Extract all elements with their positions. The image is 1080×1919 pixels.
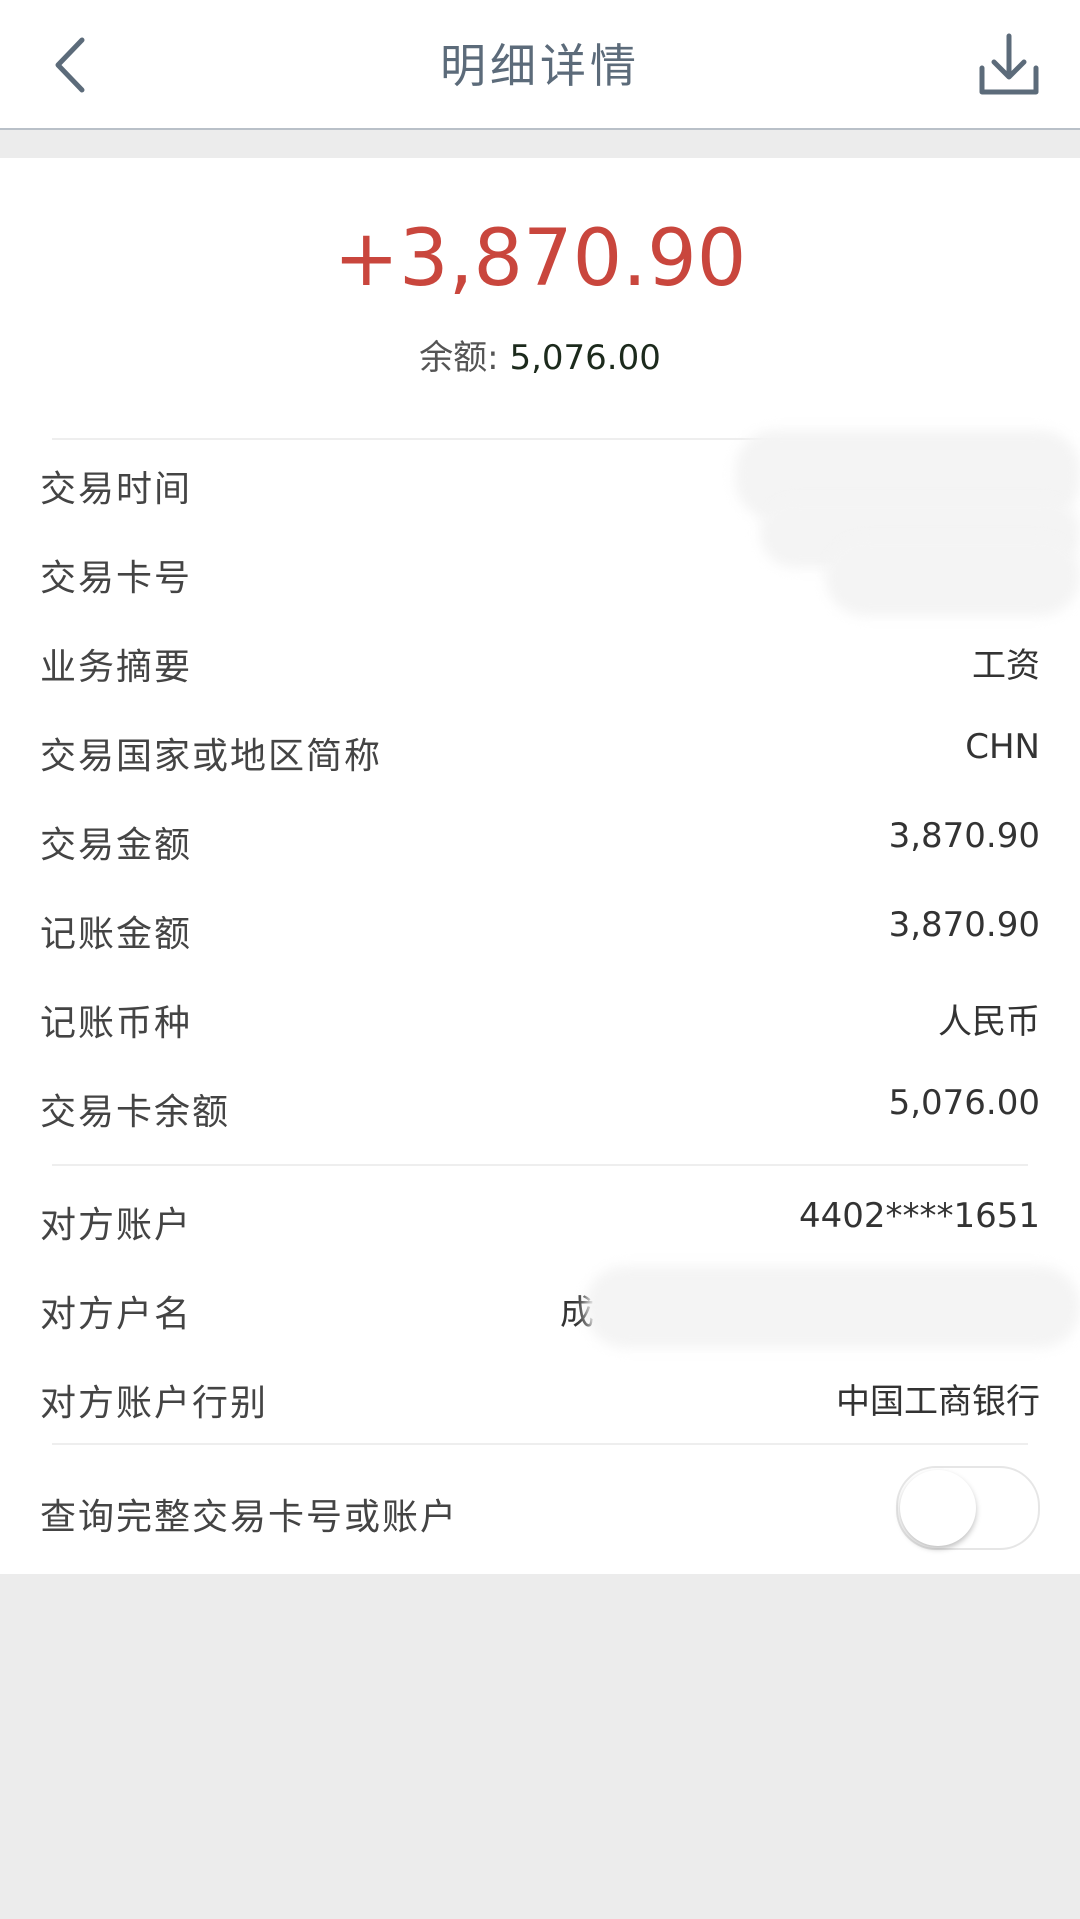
detail-value: 中国工商银行 [836,1382,1040,1422]
detail-value: 工资 [972,646,1040,686]
transaction-detail-card: +3,870.90 余额: 5,076.00 交易时间 交易卡号 业务摘要 工资… [0,158,1080,1574]
detail-label: 交易金额 [40,825,193,866]
balance-line: 余额: 5,076.00 [0,330,1080,379]
page-title: 明细详情 [440,39,640,93]
detail-row-counterparty-bank: 对方账户行别 中国工商银行 [0,1352,1080,1441]
full-card-number-toggle[interactable] [896,1466,1040,1550]
detail-label: 交易卡余额 [40,1092,231,1133]
detail-row-transaction-amount: 交易金额 3,870.90 [0,794,1080,883]
balance-label: 余额: [419,338,499,378]
detail-label: 记账币种 [40,1003,193,1044]
detail-label: 记账金额 [40,914,193,955]
detail-label: 对方户名 [40,1294,193,1335]
detail-label: 业务摘要 [40,647,193,688]
detail-row-currency: 记账币种 人民币 [0,972,1080,1061]
download-icon [979,33,1039,95]
transaction-amount: +3,870.90 [333,214,747,304]
detail-row-card-balance: 交易卡余额 5,076.00 [0,1061,1080,1150]
detail-value: 人民币 [938,1002,1040,1042]
detail-label: 交易时间 [40,469,193,510]
detail-row-counterparty-account: 对方账户 4402****1651 [0,1174,1080,1263]
detail-value: 5,076.00 [888,1083,1040,1123]
detail-row-country: 交易国家或地区简称 CHN [0,705,1080,794]
detail-value: 3,870.90 [888,905,1040,945]
detail-label: 交易卡号 [40,558,193,599]
redaction-mask [585,1266,1080,1348]
detail-value: CHN [965,727,1040,767]
detail-row-posted-amount: 记账金额 3,870.90 [0,883,1080,972]
detail-value: 4402****1651 [798,1196,1040,1236]
detail-row-summary: 业务摘要 工资 [0,616,1080,705]
detail-label: 交易国家或地区简称 [40,736,383,777]
divider [52,1443,1028,1445]
detail-label: 对方账户行别 [40,1383,269,1424]
detail-value: 3,870.90 [888,816,1040,856]
balance-value: 5,076.00 [509,338,661,378]
toggle-knob [900,1470,976,1546]
redaction-mask [825,536,1080,616]
download-button[interactable] [974,30,1044,100]
toggle-label: 查询完整交易卡号或账户 [40,1497,459,1538]
detail-label: 对方账户 [40,1205,193,1246]
navigation-bar: 明细详情 [0,0,1080,130]
divider [52,1164,1028,1166]
